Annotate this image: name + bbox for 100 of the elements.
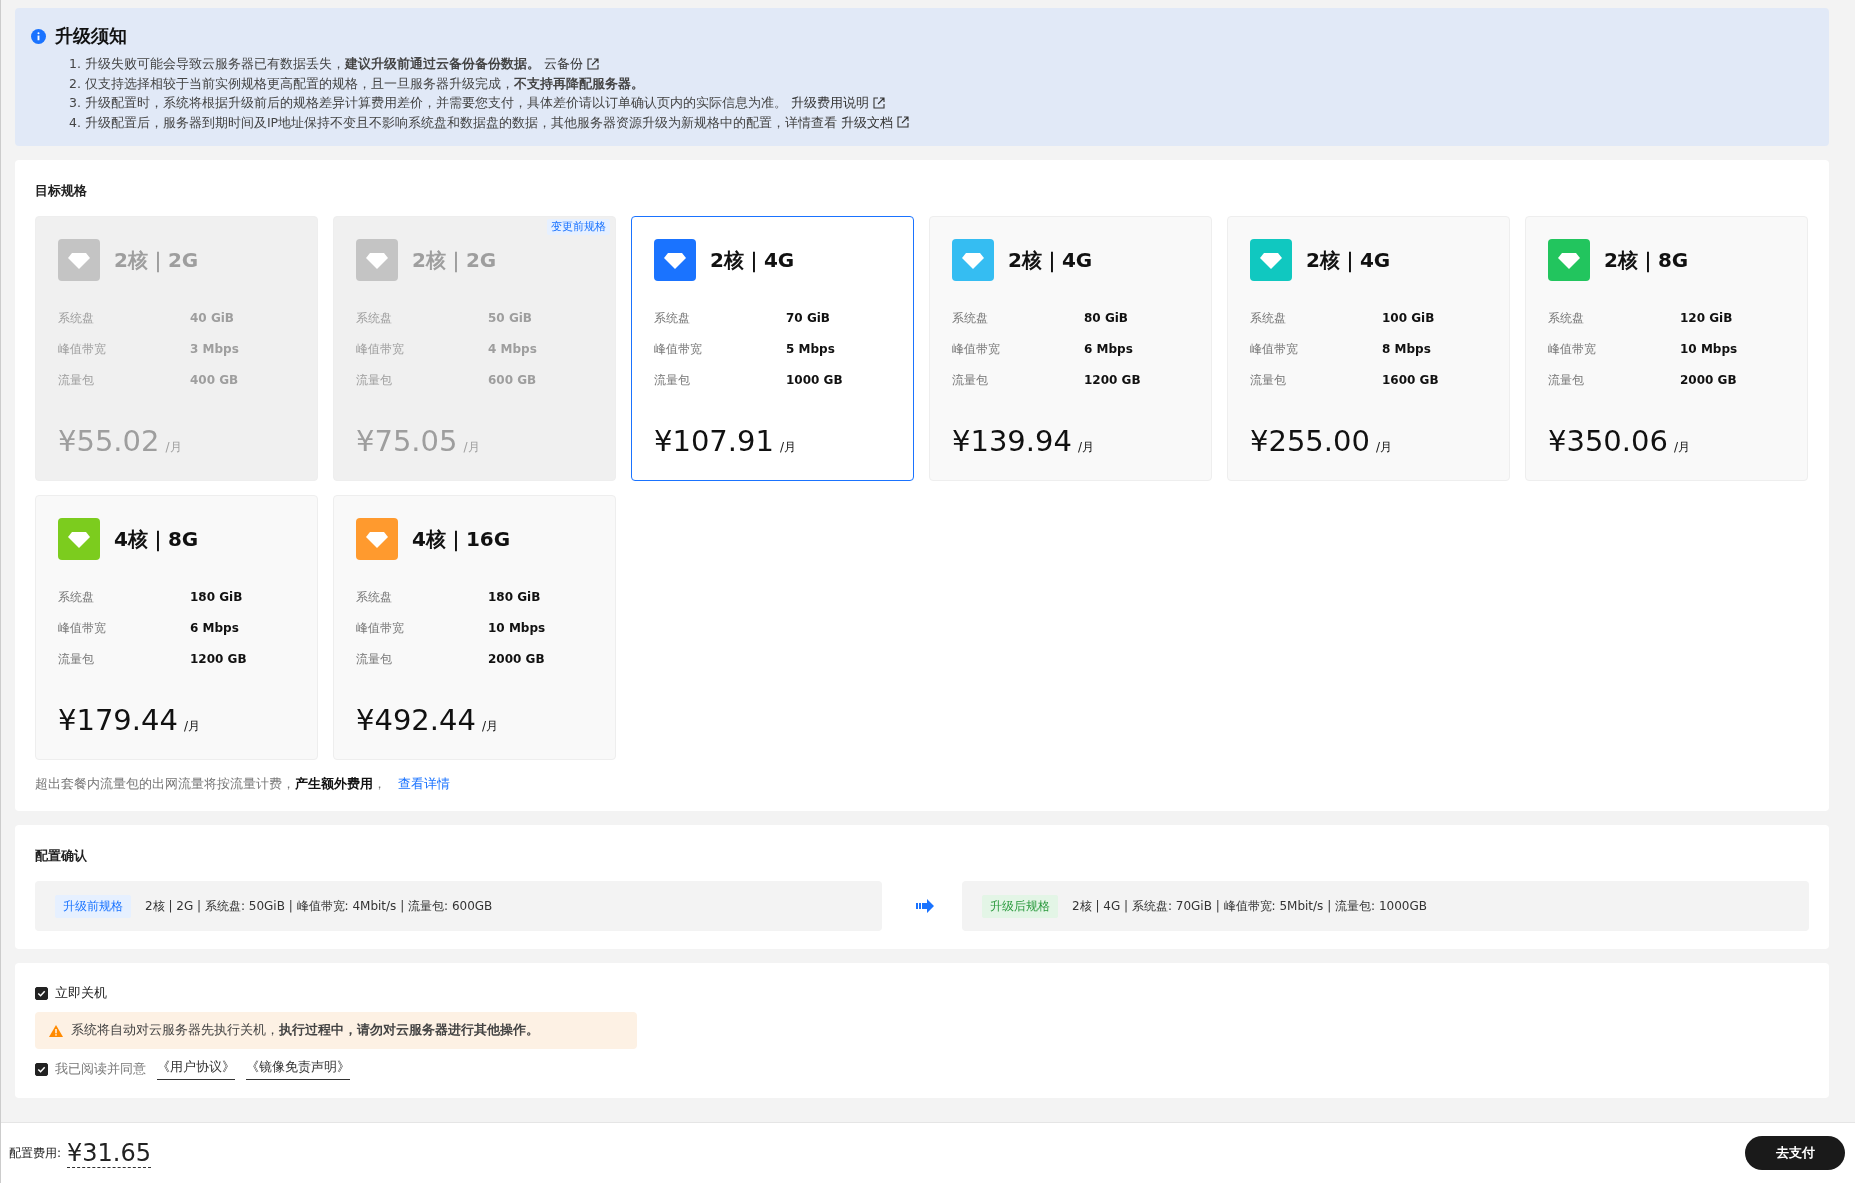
details-link[interactable]: 查看详情 [398, 776, 450, 793]
price-unit: /月 [1077, 439, 1094, 456]
spec-label: 流量包 [654, 372, 691, 389]
spec-value: 4 Mbps [488, 341, 537, 358]
checkbox[interactable] [35, 1063, 48, 1076]
info-icon [31, 28, 46, 44]
plan-name: 2核｜4G [710, 246, 795, 274]
arrow-icon [916, 899, 934, 913]
spec-value: 180 GiB [488, 589, 541, 606]
spec-value: 400 GB [190, 372, 239, 389]
spec-label: 峰值带宽 [1250, 341, 1299, 358]
spec-value: 1200 GB [1084, 372, 1141, 389]
plan-name: 2核｜8G [1604, 246, 1689, 274]
spec-summary-text: 2核 | 4G | 系统盘: 70GiB | 峰值带宽: 5Mbit/s | 流量包: 1000GB [1072, 897, 1427, 915]
notice-link[interactable]: 云备份 [543, 54, 599, 74]
spec-value: 10 Mbps [1680, 341, 1738, 358]
spec-label: 系统盘 [58, 310, 95, 327]
price-unit: /月 [183, 718, 200, 735]
price-unit: /月 [463, 439, 480, 456]
plan-price: ¥55.02 [58, 424, 160, 458]
plan-name: 2核｜4G [1306, 246, 1391, 274]
plan-price: ¥107.91 [654, 424, 774, 458]
spec-value: 6 Mbps [1084, 341, 1133, 358]
price-unit: /月 [165, 439, 182, 456]
warning-icon [49, 1024, 63, 1037]
plan-name: 2核｜4G [1008, 246, 1093, 274]
spec-label: 系统盘 [1250, 310, 1287, 327]
checkbox-label: 立即关机 [55, 985, 107, 1002]
spec-value: 8 Mbps [1382, 341, 1431, 358]
spec-label: 流量包 [1250, 372, 1287, 389]
plan-card[interactable]: 2核｜4G 系统盘 80 GiB 峰值带宽 6 Mbps 流量包 1200 GB ¥139.94 /月 [929, 216, 1212, 481]
spec-label: 流量包 [356, 372, 393, 389]
plan-card[interactable]: 2核｜4G 系统盘 70 GiB 峰值带宽 5 Mbps 流量包 1000 GB ¥107.91 /月 [631, 216, 914, 481]
warning-text: 系统将自动对云服务器先执行关机，执行过程中，请勿对云服务器进行其他操作。 [71, 1022, 539, 1039]
plan-name: 4核｜8G [114, 525, 199, 553]
notice-title: 升级须知 [55, 24, 127, 48]
spec-value: 50 GiB [488, 310, 532, 327]
checkbox[interactable] [35, 987, 48, 1000]
notice-link[interactable]: 升级文档 [841, 112, 910, 132]
spec-value: 3 Mbps [190, 341, 239, 358]
spec-value: 2000 GB [488, 651, 545, 668]
plan-name: 2核｜2G [412, 246, 497, 274]
spec-summary-text: 2核 | 2G | 系统盘: 50GiB | 峰值带宽: 4Mbit/s | 流量包: 600GB [145, 897, 493, 915]
price-unit: /月 [481, 718, 498, 735]
traffic-note: 超出套餐内流量包的出网流量将按流量计费，产生额外费用， [35, 776, 386, 793]
spec-label: 流量包 [952, 372, 989, 389]
spec-value: 10 Mbps [488, 620, 546, 637]
plan-card[interactable]: 4核｜8G 系统盘 180 GiB 峰值带宽 6 Mbps 流量包 1200 GB ¥179.44 /月 [35, 495, 318, 760]
notice-text: 2. 仅支持选择相较于当前实例规格更高配置的规格，且一旦服务器升级完成，不支持再降配服务器。 [69, 74, 644, 93]
before-tag: 升级前规格 [55, 894, 131, 918]
spec-label: 峰值带宽 [58, 620, 107, 637]
spec-value: 1000 GB [786, 372, 843, 389]
spec-label: 峰值带宽 [654, 341, 703, 358]
plan-card[interactable]: 4核｜16G 系统盘 180 GiB 峰值带宽 10 Mbps 流量包 2000 GB ¥492.44 /月 [333, 495, 616, 760]
spec-value: 80 GiB [1084, 310, 1128, 327]
section-title: 目标规格 [35, 182, 88, 200]
spec-label: 系统盘 [356, 310, 393, 327]
external-link-icon [897, 116, 910, 129]
spec-label: 流量包 [58, 372, 95, 389]
plan-price: ¥492.44 [356, 703, 476, 737]
agreement-link[interactable]: 《镜像免责声明》 [246, 1059, 350, 1080]
spec-value: 120 GiB [1680, 310, 1733, 327]
spec-value: 1600 GB [1382, 372, 1439, 389]
spec-label: 峰值带宽 [58, 341, 107, 358]
plan-price: ¥255.00 [1250, 424, 1370, 458]
external-link-icon [586, 57, 599, 70]
spec-value: 70 GiB [786, 310, 830, 327]
price-unit: /月 [1673, 439, 1690, 456]
notice-link[interactable]: 升级费用说明 [790, 93, 885, 113]
fee-label: 配置费用: [9, 1144, 62, 1162]
price-unit: /月 [779, 439, 796, 456]
spec-label: 系统盘 [58, 589, 95, 606]
spec-value: 600 GB [488, 372, 537, 389]
spec-value: 2000 GB [1680, 372, 1737, 389]
spec-value: 40 GiB [190, 310, 234, 327]
spec-value: 100 GiB [1382, 310, 1435, 327]
plan-card[interactable]: 2核｜4G 系统盘 100 GiB 峰值带宽 8 Mbps 流量包 1600 GB ¥255.00 /月 [1227, 216, 1510, 481]
spec-label: 流量包 [58, 651, 95, 668]
notice-text: 3. 升级配置时，系统将根据升级前后的规格差异计算费用差价，并需要您支付，具体差价请以订单确认页内的实际信息为准。 [69, 94, 787, 112]
plan-price: ¥139.94 [952, 424, 1072, 458]
plan-card[interactable]: 2核｜8G 系统盘 120 GiB 峰值带宽 10 Mbps 流量包 2000 GB ¥350.06 /月 [1525, 216, 1808, 481]
agreement-link[interactable]: 《用户协议》 [157, 1059, 235, 1080]
spec-label: 系统盘 [356, 589, 393, 606]
notice-text: 1. 升级失败可能会导致云服务器已有数据丢失，建议升级前通过云备份备份数据。 [69, 55, 540, 73]
plan-price: ¥75.05 [356, 424, 458, 458]
spec-value: 1200 GB [190, 651, 247, 668]
plan-name: 4核｜16G [412, 525, 511, 553]
notice-text: 4. 升级配置后，服务器到期时间及IP地址保持不变且不影响系统盘和数据盘的数据，其他服务器资源升级为新规格中的配置，详情查看 [69, 113, 838, 132]
spec-label: 系统盘 [1548, 310, 1585, 327]
plan-badge: 变更前规格 [547, 219, 610, 235]
spec-label: 流量包 [356, 651, 393, 668]
spec-label: 系统盘 [654, 310, 691, 327]
plan-name: 2核｜2G [114, 246, 199, 274]
spec-value: 180 GiB [190, 589, 243, 606]
spec-value: 6 Mbps [190, 620, 239, 637]
plan-price: ¥350.06 [1548, 424, 1668, 458]
pay-button[interactable]: 去支付 [1745, 1136, 1845, 1170]
checkbox-label: 我已阅读并同意 [55, 1061, 146, 1078]
after-tag: 升级后规格 [982, 894, 1058, 918]
section-title: 配置确认 [35, 847, 88, 865]
